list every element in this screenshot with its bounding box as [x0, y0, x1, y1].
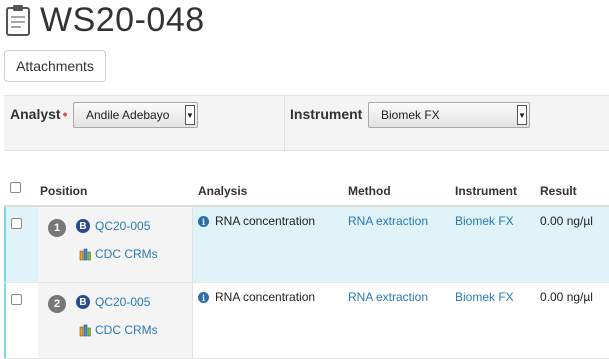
row-checkbox[interactable]: [11, 294, 22, 305]
instrument-select-value: Biomek FX: [381, 108, 440, 122]
header-instrument: Instrument: [455, 184, 518, 198]
reference-link[interactable]: CDC CRMs: [95, 323, 158, 337]
table-row[interactable]: 1 B QC20-005 CDC CRMs i RNA concentratio…: [4, 207, 609, 283]
instrument-select[interactable]: Biomek FX ▼: [368, 102, 530, 128]
analysis-cell: RNA concentration: [215, 290, 316, 304]
instrument-label: Instrument: [290, 106, 363, 122]
page-header: WS20-048: [4, 0, 205, 40]
sample-link[interactable]: QC20-005: [95, 295, 150, 309]
clipboard-icon: [6, 5, 30, 36]
header-position: Position: [40, 184, 88, 198]
filter-divider: [284, 96, 285, 152]
required-marker: •: [62, 106, 68, 122]
b-badge-icon: B: [76, 219, 90, 233]
chevron-down-icon[interactable]: ▼: [517, 105, 527, 125]
analyst-select[interactable]: Andile Adebayo ▼: [73, 102, 198, 128]
analyst-label: Analyst •: [10, 106, 68, 122]
header-result: Result: [540, 184, 577, 198]
filter-bar: Analyst • Andile Adebayo ▼ Instrument Bio…: [4, 95, 609, 152]
column-divider: [192, 207, 193, 282]
header-analysis: Analysis: [198, 184, 248, 198]
method-link[interactable]: RNA extraction: [348, 214, 428, 228]
instrument-link[interactable]: Biomek FX: [455, 214, 514, 228]
table-header: Position Analysis Method Instrument Resu…: [4, 175, 609, 207]
info-icon[interactable]: i: [198, 216, 209, 227]
attachments-button[interactable]: Attachments: [4, 50, 106, 82]
info-icon[interactable]: i: [198, 292, 209, 303]
reference-link[interactable]: CDC CRMs: [95, 247, 158, 261]
position-cell: 2 B QC20-005 CDC CRMs: [38, 283, 192, 358]
worksheet-table: Position Analysis Method Instrument Resu…: [4, 175, 609, 359]
position-badge: 1: [48, 219, 66, 237]
analyst-select-value: Andile Adebayo: [86, 108, 170, 122]
row-checkbox[interactable]: [11, 218, 22, 229]
instrument-link[interactable]: Biomek FX: [455, 290, 514, 304]
chevron-down-icon[interactable]: ▼: [185, 105, 195, 125]
result-cell: 0.00 ng/µl: [540, 214, 593, 228]
method-link[interactable]: RNA extraction: [348, 290, 428, 304]
position-badge: 2: [48, 295, 66, 313]
reference-sample-icon: [79, 324, 91, 337]
reference-sample-icon: [79, 248, 91, 261]
select-all-checkbox[interactable]: [10, 182, 21, 193]
b-badge-icon: B: [76, 295, 90, 309]
analysis-cell: RNA concentration: [215, 214, 316, 228]
row-edge-indicator: [4, 283, 6, 358]
sample-link[interactable]: QC20-005: [95, 219, 150, 233]
column-divider: [192, 283, 193, 358]
result-cell: 0.00 ng/µl: [540, 290, 593, 304]
page-title: WS20-048: [40, 0, 205, 39]
selected-row-indicator: [4, 207, 6, 282]
header-method: Method: [348, 184, 391, 198]
position-cell: 1 B QC20-005 CDC CRMs: [38, 207, 192, 282]
